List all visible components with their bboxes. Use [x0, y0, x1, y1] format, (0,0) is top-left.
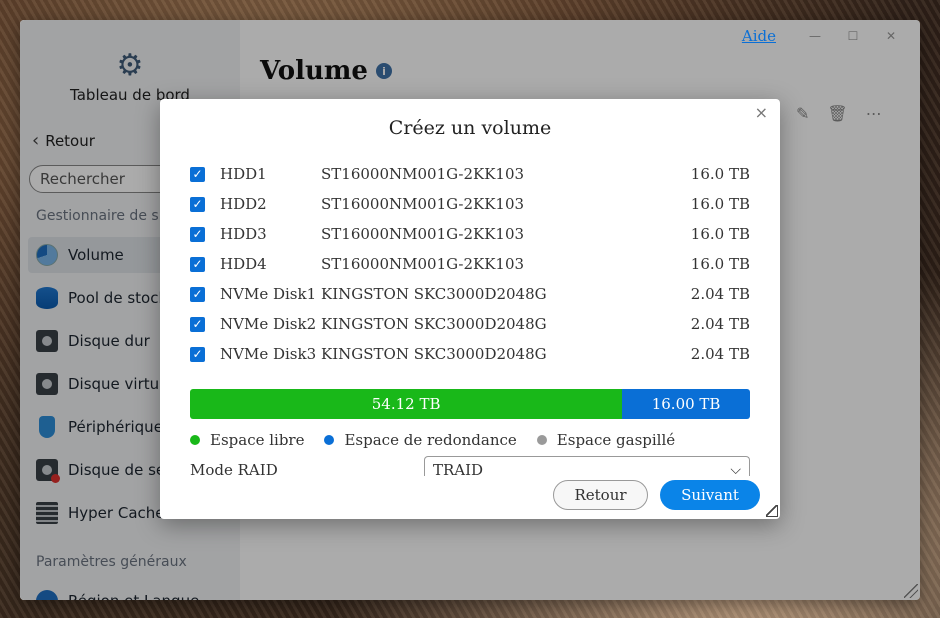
capacity-bar: 54.12 TB 16.00 TB — [190, 389, 750, 419]
raid-mode-select[interactable]: TRAID ⌵ — [424, 456, 750, 476]
legend-free: Espace libre — [190, 431, 304, 449]
disk-size: 2.04 TB — [690, 345, 750, 363]
disk-model: KINGSTON SKC3000D2048G — [321, 345, 547, 363]
legend-wasted: Espace gaspillé — [536, 431, 676, 449]
disk-size: 16.0 TB — [690, 225, 750, 243]
minimize-icon[interactable]: — — [796, 24, 834, 48]
disk-row[interactable]: ✓ HDD3 ST16000NM001G-2KK103 16.0 TB — [190, 219, 750, 249]
legend-label: Espace gaspillé — [556, 431, 676, 449]
disk-name: NVMe Disk1 — [220, 285, 317, 303]
disk-name: NVMe Disk3 — [220, 345, 317, 363]
disk-row[interactable]: ✓ NVMe Disk2 KINGSTON SKC3000D2048G 2.04 TB — [190, 309, 750, 339]
disk-name: HDD1 — [220, 165, 267, 183]
disk-row[interactable]: ✓ NVMe Disk1 KINGSTON SKC3000D2048G 2.04 TB — [190, 279, 750, 309]
disk-checkbox[interactable]: ✓ — [190, 346, 205, 362]
disk-checkbox[interactable]: ✓ — [190, 286, 205, 302]
disk-checkbox[interactable]: ✓ — [190, 196, 205, 212]
disk-name: HDD3 — [220, 225, 267, 243]
disk-model: ST16000NM001G-2KK103 — [321, 165, 525, 183]
redundancy-space-segment: 16.00 TB — [622, 389, 750, 419]
raid-mode-value: TRAID — [433, 461, 484, 476]
disk-row[interactable]: ✓ NVMe Disk3 KINGSTON SKC3000D2048G 2.04 TB — [190, 339, 750, 369]
disk-model: ST16000NM001G-2KK103 — [321, 255, 525, 273]
close-icon[interactable]: ✕ — [872, 24, 910, 48]
create-volume-dialog: × Créez un volume ✓ HDD1 ST16000NM001G-2KK… — [160, 99, 780, 519]
maximize-icon[interactable]: ☐ — [834, 24, 872, 48]
disk-checkbox[interactable]: ✓ — [190, 226, 205, 242]
disk-checkbox[interactable]: ✓ — [190, 256, 205, 272]
legend-dot — [190, 435, 200, 445]
disk-checkbox[interactable]: ✓ — [190, 166, 205, 182]
legend-label: Espace de redondance — [344, 431, 517, 449]
disk-checkbox[interactable]: ✓ — [190, 316, 205, 332]
disk-size: 16.0 TB — [690, 165, 750, 183]
disk-size: 16.0 TB — [690, 195, 750, 213]
dialog-resize-handle[interactable] — [766, 505, 778, 517]
disk-row[interactable]: ✓ HDD4 ST16000NM001G-2KK103 16.0 TB — [190, 249, 750, 279]
back-button[interactable]: Retour — [553, 480, 648, 510]
disk-size: 16.0 TB — [690, 255, 750, 273]
raid-mode-label: Mode RAID — [190, 461, 278, 479]
legend-dot — [536, 435, 547, 445]
disk-model: KINGSTON SKC3000D2048G — [321, 285, 547, 303]
dialog-title: Créez un volume — [388, 117, 552, 139]
chevron-down-icon: ⌵ — [730, 462, 741, 476]
legend-redundancy: Espace de redondance — [324, 431, 517, 449]
disk-row[interactable]: ✓ HDD2 ST16000NM001G-2KK103 16.0 TB — [190, 189, 750, 219]
disk-model: ST16000NM001G-2KK103 — [321, 225, 525, 243]
disk-size: 2.04 TB — [690, 285, 750, 303]
help-link[interactable]: Aide — [742, 27, 776, 45]
disk-model: KINGSTON SKC3000D2048G — [321, 315, 547, 333]
legend-label: Espace libre — [210, 431, 305, 449]
legend-dot — [324, 435, 335, 445]
disk-size: 2.04 TB — [690, 315, 750, 333]
disk-model: ST16000NM001G-2KK103 — [321, 195, 525, 213]
window-controls: Aide — ☐ ✕ — [742, 24, 910, 48]
disk-name: NVMe Disk2 — [220, 315, 317, 333]
window-resize-handle[interactable] — [904, 584, 918, 598]
disk-row[interactable]: ✓ HDD1 ST16000NM001G-2KK103 16.0 TB — [190, 159, 750, 189]
disk-name: HDD2 — [220, 195, 267, 213]
disk-name: HDD4 — [220, 255, 267, 273]
next-button[interactable]: Suivant — [660, 480, 760, 510]
capacity-legend: Espace libre Espace de redondance Espace… — [190, 431, 675, 449]
free-space-segment: 54.12 TB — [190, 389, 623, 419]
